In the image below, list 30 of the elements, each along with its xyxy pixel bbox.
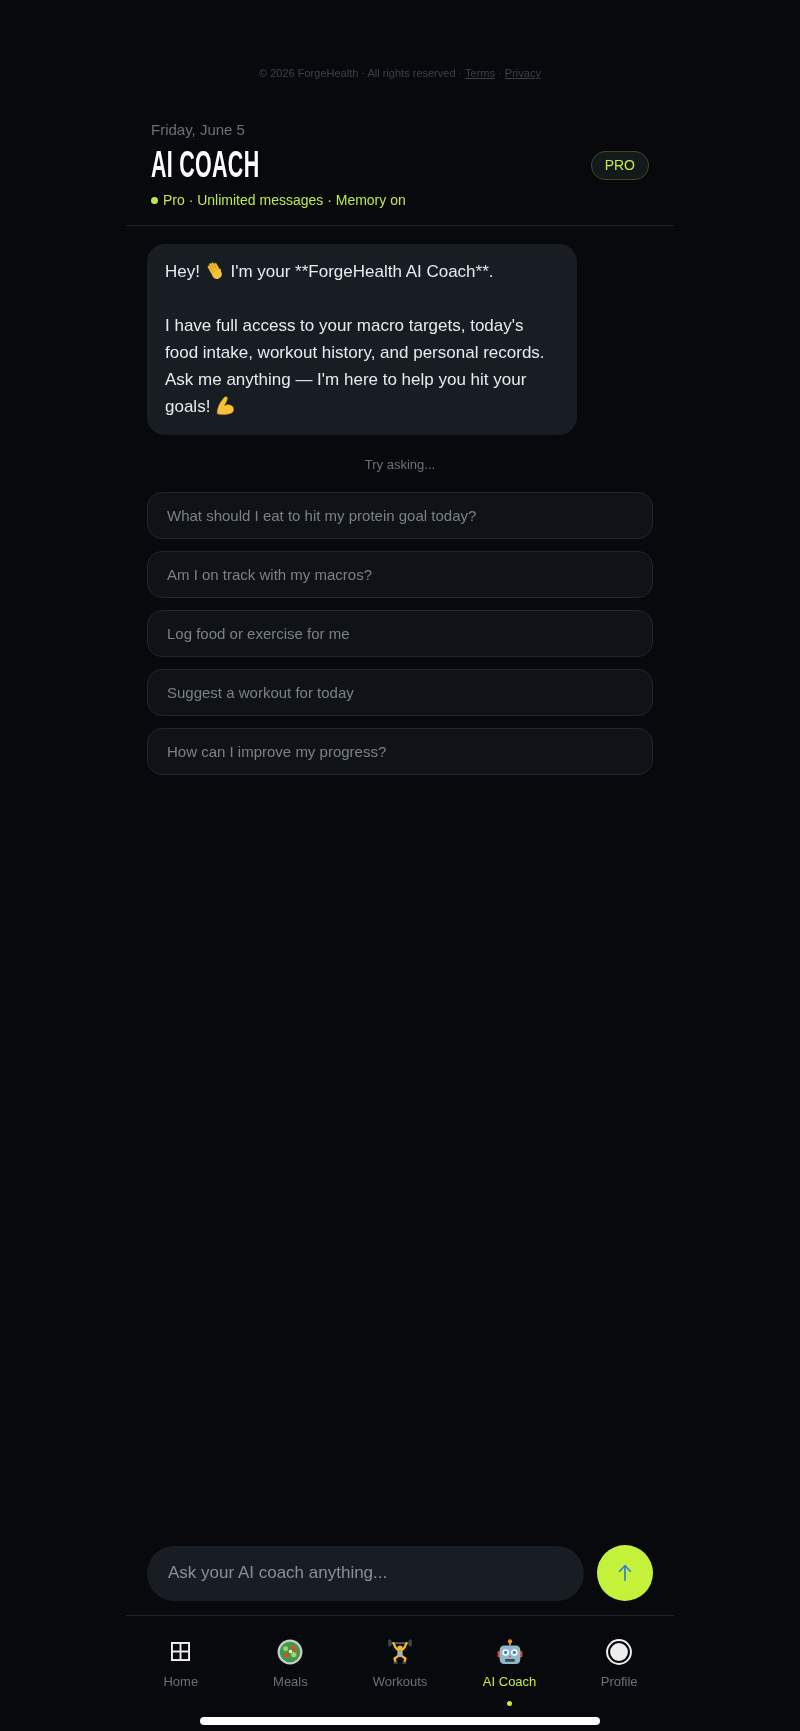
grid-icon bbox=[171, 1642, 191, 1661]
salad-bowl-icon bbox=[277, 1639, 304, 1665]
message-input[interactable]: Ask your AI coach anything... bbox=[147, 1545, 584, 1601]
date-text: Friday, June 5 bbox=[151, 121, 245, 139]
nav-tab[interactable]: Home bbox=[126, 1639, 236, 1690]
circle-icon bbox=[606, 1639, 633, 1665]
weightlifter-icon bbox=[387, 1639, 413, 1665]
send-button[interactable] bbox=[597, 1545, 653, 1601]
arrow-up-icon bbox=[616, 1564, 634, 1582]
copyright-text: © 2026 ForgeHealth · All rights reserved · Terms · Privacy bbox=[259, 66, 541, 80]
suggestion-button[interactable]: What should I eat to hit my protein goal today? bbox=[147, 492, 653, 539]
nav-tab[interactable]: Workouts bbox=[345, 1639, 455, 1690]
nav-tab[interactable]: Profile bbox=[564, 1639, 674, 1690]
suggestion-button[interactable]: Log food or exercise for me bbox=[147, 610, 653, 657]
suggestion-button[interactable]: How can I improve my progress? bbox=[147, 728, 653, 775]
nav-tab[interactable]: AI Coach bbox=[454, 1639, 565, 1706]
plan-badge: PRO bbox=[590, 150, 649, 180]
suggestion-button[interactable]: Suggest a workout for today bbox=[147, 669, 653, 716]
dot-icon bbox=[507, 1701, 513, 1706]
nav-tab[interactable]: Meals bbox=[235, 1639, 346, 1690]
flexed-arm-icon bbox=[215, 395, 237, 416]
page-title: AI COACH bbox=[151, 145, 260, 185]
suggestions-label: Try asking... bbox=[364, 456, 436, 474]
status-dot-icon bbox=[151, 196, 158, 204]
message-text: Hey! bbox=[165, 262, 200, 281]
message-text: goals! bbox=[165, 397, 211, 416]
status-text: Pro · Unlimited messages · Memory on bbox=[163, 191, 406, 209]
robot-icon bbox=[496, 1639, 523, 1665]
suggestion-button[interactable]: Am I on track with my macros? bbox=[147, 551, 653, 598]
message-text: I'm your **ForgeHealth AI Coach**. bbox=[230, 262, 494, 281]
